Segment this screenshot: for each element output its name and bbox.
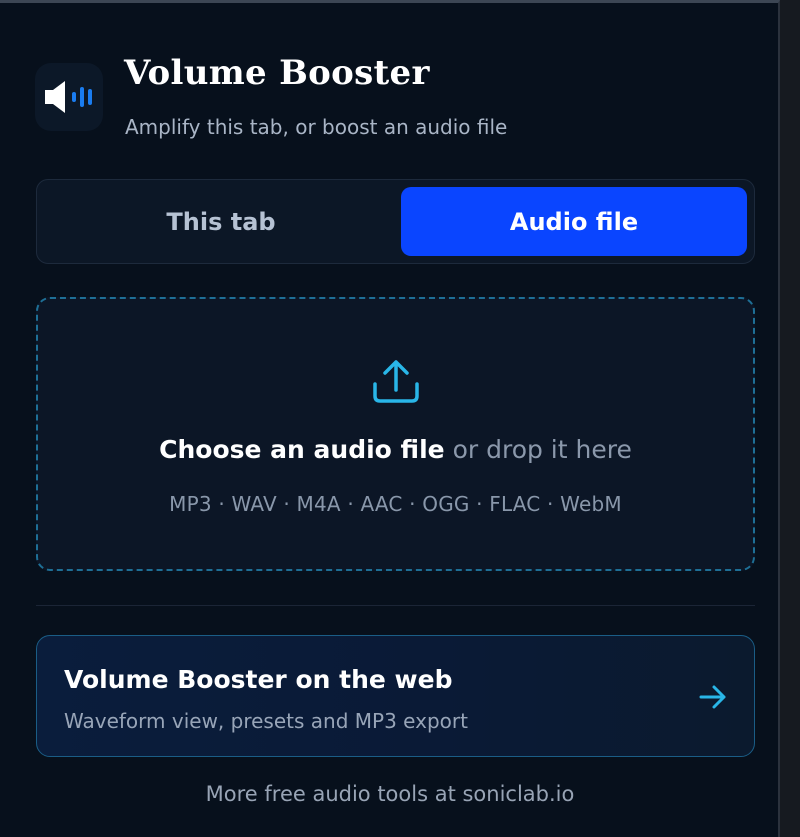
tab-this-tab[interactable]: This tab	[43, 187, 399, 256]
web-card-subtitle: Waveform view, presets and MP3 export	[64, 709, 468, 733]
volume-booster-popup: Volume Booster Amplify this tab, or boos…	[0, 0, 780, 837]
more-tools-link[interactable]: More free audio tools at soniclab.io	[0, 782, 780, 806]
arrow-right-icon	[699, 685, 726, 709]
choose-file-link[interactable]: Choose an audio file	[159, 435, 444, 464]
browser-edge	[780, 0, 800, 837]
drop-instruction: Choose an audio file or drop it here	[38, 435, 753, 464]
tab-audio-file[interactable]: Audio file	[401, 187, 747, 256]
divider	[36, 605, 755, 606]
speaker-volume-icon	[35, 63, 103, 131]
upload-icon	[373, 360, 419, 403]
app-title: Volume Booster	[124, 53, 430, 93]
supported-formats: MP3 · WAV · M4A · AAC · OGG · FLAC · Web…	[169, 492, 622, 516]
audio-file-dropzone[interactable]: Choose an audio file or drop it here MP3…	[36, 297, 755, 571]
web-version-card[interactable]: Volume Booster on the web Waveform view,…	[36, 635, 755, 757]
mode-tabs: This tab Audio file	[36, 179, 755, 264]
web-card-title: Volume Booster on the web	[64, 665, 453, 694]
app-subtitle: Amplify this tab, or boost an audio file	[125, 115, 508, 139]
drop-hint: or drop it here	[444, 435, 632, 464]
